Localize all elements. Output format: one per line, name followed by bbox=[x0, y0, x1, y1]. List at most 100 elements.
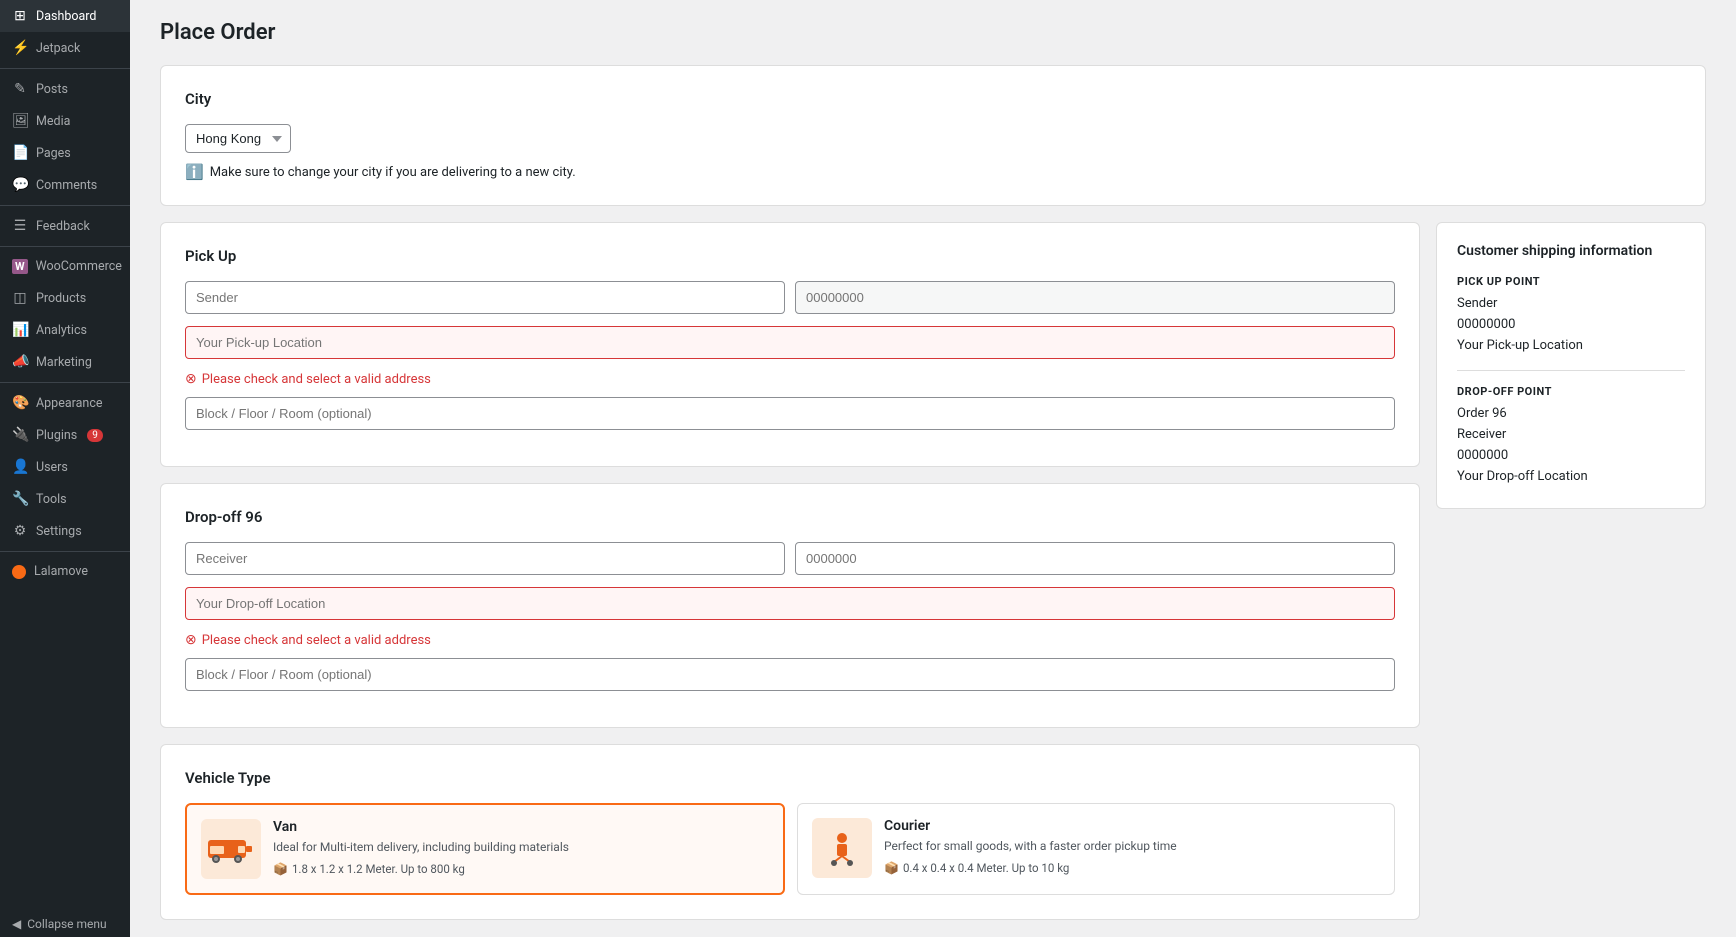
sidebar-item-label: Jetpack bbox=[36, 41, 80, 56]
dropoff-location-input[interactable] bbox=[185, 587, 1395, 620]
plugins-badge: 9 bbox=[87, 429, 103, 442]
info-icon: ℹ️ bbox=[185, 163, 204, 181]
courier-info: Courier Perfect for small goods, with a … bbox=[884, 818, 1380, 875]
left-panel: Pick Up ⊗ Please check and select a vali… bbox=[160, 222, 1420, 936]
courier-specs: 📦 0.4 x 0.4 x 0.4 Meter. Up to 10 kg bbox=[884, 861, 1380, 875]
sidebar-item-label: Settings bbox=[36, 524, 82, 539]
sidebar-item-dashboard[interactable]: ⊞ Dashboard bbox=[0, 0, 130, 32]
pickup-point-label: PICK UP POINT bbox=[1457, 275, 1685, 288]
dropoff-location-row bbox=[185, 587, 1395, 620]
tools-icon: 🔧 bbox=[12, 491, 28, 507]
sidebar-item-tools[interactable]: 🔧 Tools bbox=[0, 483, 130, 515]
comments-icon: 💬 bbox=[12, 177, 28, 193]
city-info-message: Make sure to change your city if you are… bbox=[210, 165, 576, 180]
sidebar-item-woocommerce[interactable]: W WooCommerce bbox=[0, 251, 130, 282]
dropoff-error-text: Please check and select a valid address bbox=[202, 633, 431, 648]
sidebar-item-label: Dashboard bbox=[36, 9, 96, 24]
pickup-phone-input[interactable] bbox=[795, 281, 1395, 314]
dropoff-error-icon: ⊗ bbox=[185, 632, 197, 648]
van-spec-icon: 📦 bbox=[273, 862, 288, 876]
city-info-text: ℹ️ Make sure to change your city if you … bbox=[185, 163, 1681, 181]
shipping-info-panel: Customer shipping information PICK UP PO… bbox=[1436, 222, 1706, 509]
collapse-label: Collapse menu bbox=[27, 917, 106, 931]
pages-icon: 📄 bbox=[12, 145, 28, 161]
sidebar-item-label: Appearance bbox=[36, 396, 103, 411]
van-info: Van Ideal for Multi-item delivery, inclu… bbox=[273, 819, 769, 876]
sidebar-item-settings[interactable]: ⚙ Settings bbox=[0, 515, 130, 547]
marketing-icon: 📣 bbox=[12, 354, 28, 370]
sidebar-item-pages[interactable]: 📄 Pages bbox=[0, 137, 130, 169]
sidebar-item-jetpack[interactable]: ⚡ Jetpack bbox=[0, 32, 130, 64]
plugins-icon: 🔌 bbox=[12, 427, 28, 443]
sidebar-item-comments[interactable]: 💬 Comments bbox=[0, 169, 130, 201]
sidebar-item-label: Marketing bbox=[36, 355, 92, 370]
content-wrapper: Pick Up ⊗ Please check and select a vali… bbox=[160, 222, 1706, 936]
vehicle-van[interactable]: Van Ideal for Multi-item delivery, inclu… bbox=[185, 803, 785, 895]
dropoff-location-error: ⊗ Please check and select a valid addres… bbox=[185, 632, 1395, 648]
city-select[interactable]: Hong Kong bbox=[185, 124, 291, 153]
pickup-error-icon: ⊗ bbox=[185, 371, 197, 387]
pickup-error-text: Please check and select a valid address bbox=[202, 372, 431, 387]
pickup-block-input[interactable] bbox=[185, 397, 1395, 430]
van-description: Ideal for Multi-item delivery, including… bbox=[273, 839, 769, 856]
courier-name: Courier bbox=[884, 818, 1380, 834]
courier-specs-text: 0.4 x 0.4 x 0.4 Meter. Up to 10 kg bbox=[903, 861, 1069, 875]
pickup-location-input[interactable] bbox=[185, 326, 1395, 359]
sidebar-item-users[interactable]: 👤 Users bbox=[0, 451, 130, 483]
sidebar-item-marketing[interactable]: 📣 Marketing bbox=[0, 346, 130, 378]
sidebar-item-appearance[interactable]: 🎨 Appearance bbox=[0, 387, 130, 419]
pickup-detail-sender: Sender 00000000 Your Pick-up Location bbox=[1457, 294, 1685, 356]
analytics-icon: 📊 bbox=[12, 322, 28, 338]
dropoff-card: Drop-off 96 ⊗ Please check and select a … bbox=[160, 483, 1420, 728]
van-icon-area bbox=[201, 819, 261, 879]
sidebar-item-analytics[interactable]: 📊 Analytics bbox=[0, 314, 130, 346]
courier-spec-icon: 📦 bbox=[884, 861, 899, 875]
dropoff-form-row-1 bbox=[185, 542, 1395, 575]
sidebar-item-posts[interactable]: ✎ Posts bbox=[0, 73, 130, 105]
media-icon: 🖼 bbox=[12, 113, 28, 129]
vehicle-card: Vehicle Type bbox=[160, 744, 1420, 920]
vehicle-grid: Van Ideal for Multi-item delivery, inclu… bbox=[185, 803, 1395, 895]
vehicle-courier[interactable]: Courier Perfect for small goods, with a … bbox=[797, 803, 1395, 895]
sidebar-item-label: WooCommerce bbox=[36, 259, 122, 274]
sidebar-item-label: Pages bbox=[36, 146, 71, 161]
pickup-sender-input[interactable] bbox=[185, 281, 785, 314]
sidebar-item-feedback[interactable]: ☰ Feedback bbox=[0, 210, 130, 242]
sidebar-item-label: Plugins bbox=[36, 428, 77, 443]
sidebar-item-label: Tools bbox=[36, 492, 67, 507]
sidebar-item-label: Products bbox=[36, 291, 86, 306]
lalamove-dot-icon bbox=[12, 565, 26, 579]
collapse-menu-button[interactable]: ◀ Collapse menu bbox=[0, 911, 130, 937]
sidebar-item-products[interactable]: ◫ Products bbox=[0, 282, 130, 314]
dropoff-block-row bbox=[185, 658, 1395, 691]
collapse-icon: ◀ bbox=[12, 917, 21, 931]
van-specs: 📦 1.8 x 1.2 x 1.2 Meter. Up to 800 kg bbox=[273, 862, 769, 876]
pickup-block-row bbox=[185, 397, 1395, 430]
sidebar-item-label: Users bbox=[36, 460, 68, 475]
sidebar-item-label: Comments bbox=[36, 178, 97, 193]
city-card-title: City bbox=[185, 90, 1681, 108]
dropoff-receiver-input[interactable] bbox=[185, 542, 785, 575]
users-icon: 👤 bbox=[12, 459, 28, 475]
sidebar: ⊞ Dashboard ⚡ Jetpack ✎ Posts 🖼 Media 📄 … bbox=[0, 0, 130, 937]
dropoff-block-input[interactable] bbox=[185, 658, 1395, 691]
shipping-divider bbox=[1457, 370, 1685, 371]
products-icon: ◫ bbox=[12, 290, 28, 306]
city-card: City Hong Kong ℹ️ Make sure to change yo… bbox=[160, 65, 1706, 206]
dropoff-phone-input[interactable] bbox=[795, 542, 1395, 575]
courier-description: Perfect for small goods, with a faster o… bbox=[884, 838, 1380, 855]
page-title: Place Order bbox=[160, 20, 1706, 45]
appearance-icon: 🎨 bbox=[12, 395, 28, 411]
pickup-form-row-1 bbox=[185, 281, 1395, 314]
posts-icon: ✎ bbox=[12, 81, 28, 97]
pickup-card-title: Pick Up bbox=[185, 247, 1395, 265]
sidebar-item-media[interactable]: 🖼 Media bbox=[0, 105, 130, 137]
dropoff-point-label: DROP-OFF POINT bbox=[1457, 385, 1685, 398]
sidebar-item-label: Posts bbox=[36, 82, 68, 97]
pickup-location-error: ⊗ Please check and select a valid addres… bbox=[185, 371, 1395, 387]
jetpack-icon: ⚡ bbox=[12, 40, 28, 56]
sidebar-item-plugins[interactable]: 🔌 Plugins 9 bbox=[0, 419, 130, 451]
dropoff-card-title: Drop-off 96 bbox=[185, 508, 1395, 526]
sidebar-item-lalamove[interactable]: Lalamove bbox=[0, 556, 130, 587]
sidebar-item-label: Feedback bbox=[36, 219, 90, 234]
